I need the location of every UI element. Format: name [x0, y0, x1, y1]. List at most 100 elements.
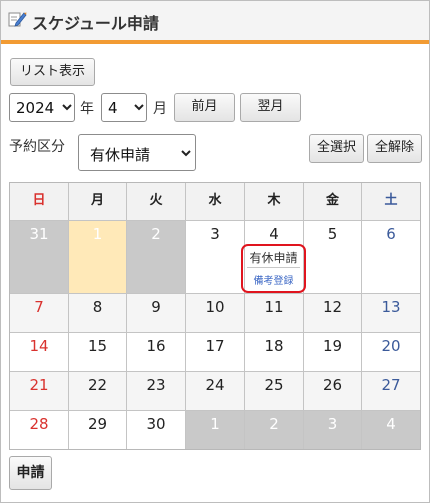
day-number: 20 [381, 337, 401, 355]
day-number: 23 [146, 376, 166, 394]
day-cell[interactable]: 26 [304, 372, 362, 411]
day-number: 3 [327, 415, 338, 433]
month-label: 月 [153, 101, 167, 117]
pencil-icon [8, 12, 27, 27]
day-cell[interactable]: 3 [304, 411, 362, 449]
day-number: 16 [146, 337, 166, 355]
day-cell[interactable]: 29 [69, 411, 127, 449]
day-cell[interactable]: 10 [186, 294, 245, 333]
day-cell[interactable]: 27 [362, 372, 420, 411]
day-cell[interactable]: 16 [127, 333, 186, 372]
page-header: スケジュール申請 [1, 1, 429, 40]
day-number: 15 [87, 337, 108, 355]
day-number: 18 [264, 337, 284, 355]
month-value: 4 [108, 99, 118, 117]
day-cell[interactable]: 17 [186, 333, 245, 372]
next-month-button[interactable]: 翌月 [240, 93, 301, 122]
category-value: 有休申請 [90, 146, 151, 164]
day-number: 19 [322, 337, 343, 355]
weekday-wed: 水 [186, 183, 245, 221]
day-number: 17 [205, 337, 225, 355]
day-number: 2 [269, 415, 279, 433]
day-cell[interactable]: 14 [10, 333, 69, 372]
day-number: 30 [146, 415, 166, 433]
day-cell[interactable]: 2 [245, 411, 304, 449]
header-accent-bar [1, 40, 429, 44]
day-cell[interactable]: 9 [127, 294, 186, 333]
day-number: 22 [87, 376, 108, 394]
calendar-grid: 日 月 火 水 木 金 土 31 1 2 3 4 5 6 7 8 9 10 11… [9, 182, 421, 450]
day-cell[interactable]: 11 [245, 294, 304, 333]
day-number: 28 [29, 415, 49, 433]
day-number: 31 [29, 225, 49, 243]
prev-month-button[interactable]: 前月 [174, 93, 235, 122]
weekday-thu: 木 [245, 183, 304, 221]
day-cell[interactable]: 5 [304, 221, 362, 294]
day-number: 25 [264, 376, 284, 394]
year-label: 年 [80, 101, 94, 117]
list-view-button[interactable]: リスト表示 [10, 58, 95, 86]
day-cell[interactable]: 19 [304, 333, 362, 372]
chevron-down-icon [134, 104, 144, 111]
day-cell[interactable]: 7 [10, 294, 69, 333]
day-cell[interactable]: 1 [69, 221, 127, 294]
day-cell[interactable]: 28 [10, 411, 69, 449]
day-cell[interactable]: 8 [69, 294, 127, 333]
year-value: 2024 [16, 99, 55, 117]
weekday-sat: 土 [362, 183, 420, 221]
day-cell[interactable]: 13 [362, 294, 420, 333]
day-cell[interactable]: 23 [127, 372, 186, 411]
day-cell[interactable]: 3 [186, 221, 245, 294]
select-all-button[interactable]: 全選択 [309, 134, 364, 163]
day-cell[interactable]: 21 [10, 372, 69, 411]
day-number: 10 [205, 298, 225, 316]
day-number: 1 [210, 415, 220, 433]
weekday-fri: 金 [304, 183, 362, 221]
clear-all-button[interactable]: 全解除 [367, 134, 422, 163]
day-number: 1 [92, 225, 103, 243]
weekday-sun: 日 [10, 183, 69, 221]
remarks-link[interactable]: 備考登録 [243, 272, 304, 287]
day-cell[interactable]: 22 [69, 372, 127, 411]
day-cell[interactable]: 2 [127, 221, 186, 294]
day-number: 6 [386, 225, 396, 243]
day-cell[interactable]: 31 [10, 221, 69, 294]
day-number: 12 [322, 298, 343, 316]
chevron-down-icon [62, 104, 72, 111]
weekday-mon: 月 [69, 183, 127, 221]
day-number: 24 [205, 376, 225, 394]
day-cell[interactable]: 30 [127, 411, 186, 449]
day-number: 4 [386, 415, 396, 433]
day-number: 29 [87, 415, 108, 433]
day-cell[interactable]: 25 [245, 372, 304, 411]
day-number: 4 [269, 225, 279, 243]
day-cell[interactable]: 6 [362, 221, 420, 294]
apply-button[interactable]: 申請 [9, 456, 52, 490]
day-number: 2 [151, 225, 161, 243]
day-cell[interactable]: 18 [245, 333, 304, 372]
page-title: スケジュール申請 [32, 14, 159, 33]
day-number: 21 [29, 376, 49, 394]
month-select[interactable]: 4 [101, 93, 147, 122]
day-cell[interactable]: 20 [362, 333, 420, 372]
day-cell[interactable]: 4 [362, 411, 420, 449]
category-select[interactable]: 有休申請 [78, 134, 196, 171]
day-number: 5 [327, 225, 338, 243]
leave-entry-badge[interactable]: 有休申請 備考登録 [241, 244, 306, 293]
day-number: 13 [381, 298, 401, 316]
day-cell[interactable]: 24 [186, 372, 245, 411]
category-label: 予約区分 [9, 139, 65, 155]
day-cell[interactable]: 1 [186, 411, 245, 449]
day-cell[interactable]: 15 [69, 333, 127, 372]
weekday-tue: 火 [127, 183, 186, 221]
year-select[interactable]: 2024 [9, 93, 75, 122]
day-cell[interactable]: 12 [304, 294, 362, 333]
day-number: 14 [29, 337, 49, 355]
leave-entry-label: 有休申請 [249, 251, 298, 265]
day-number: 11 [264, 298, 284, 316]
day-number: 7 [34, 298, 44, 316]
chevron-down-icon [181, 150, 191, 157]
day-number: 26 [322, 376, 343, 394]
day-number: 8 [92, 298, 103, 316]
entry-divider [247, 267, 300, 268]
